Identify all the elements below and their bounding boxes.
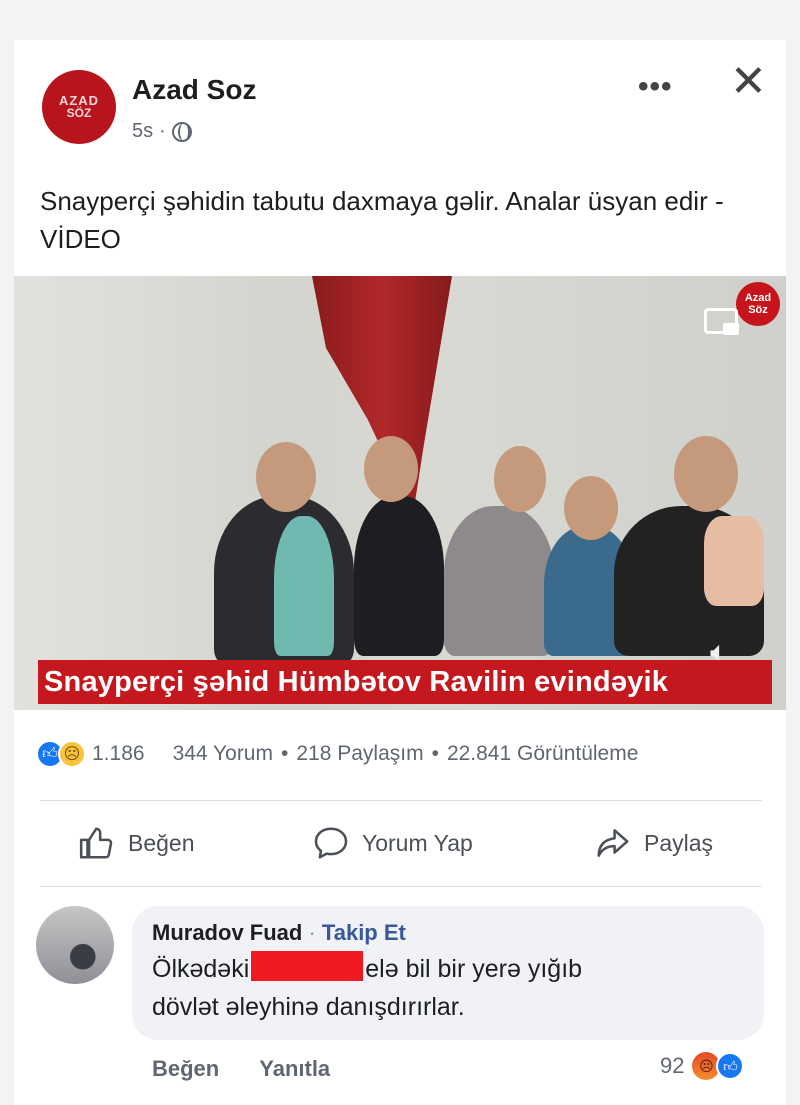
post-card: AZAD SÖZ Azad Soz 5s · ••• ✕ Snayperçi ş… — [14, 40, 786, 1105]
page-name[interactable]: Azad Soz — [132, 74, 256, 106]
views-count: 22.841 Görüntüleme — [446, 742, 639, 765]
globe-icon — [171, 121, 192, 142]
stats-dot: • — [280, 742, 289, 765]
post-actions: Beğen Yorum Yap Paylaş — [14, 824, 786, 870]
comment-text-end: dövlət əleyhinə danışdırırlar. — [152, 993, 465, 1021]
sad-reaction-icon[interactable]: ☹ — [58, 740, 86, 768]
post-text: Snayperçi şəhidin tabutu daxmaya gəlir. … — [40, 186, 724, 254]
comment-header: Muradov Fuad · Takip Et — [152, 920, 744, 946]
comment-actions: Beğen Yanıtla — [152, 1056, 330, 1082]
redaction-box — [251, 951, 364, 981]
commenter-avatar[interactable] — [36, 906, 114, 984]
video-caption: Snayperçi şəhid Hümbətov Ravilin evindəy… — [38, 660, 772, 704]
share-button[interactable]: Paylaş — [594, 824, 713, 862]
video-people — [204, 426, 764, 666]
more-options-icon[interactable]: ••• — [638, 70, 673, 104]
comment-reply-button[interactable]: Yanıtla — [259, 1056, 330, 1082]
post-time[interactable]: 5s — [132, 120, 153, 143]
comment-reaction-count: 92 — [660, 1053, 685, 1078]
close-icon[interactable]: ✕ — [730, 60, 767, 104]
video-brand-badge: Azad Söz — [736, 282, 780, 326]
follow-link[interactable]: Takip Et — [322, 920, 406, 945]
comments-count[interactable]: 344 Yorum — [173, 742, 273, 766]
meta-separator: · — [159, 120, 166, 142]
comment-text-mid: elə bil bir yerə yığıb — [365, 955, 583, 983]
comment-label: Yorum Yap — [362, 829, 473, 856]
thumbs-up-icon — [79, 827, 113, 859]
post-stats: 👍︎ ☹ 1.186 344 Yorum • 218 Paylaşım • 22… — [36, 740, 776, 768]
divider — [40, 886, 762, 887]
comment-bubble-icon — [314, 827, 348, 859]
comment-author[interactable]: Muradov Fuad — [152, 920, 302, 945]
logo-text-bottom: SÖZ — [66, 106, 92, 120]
reactions-count[interactable]: 1.186 — [92, 742, 145, 766]
divider — [40, 800, 762, 801]
shares-count[interactable]: 218 Paylaşım — [296, 742, 423, 766]
picture-in-picture-icon[interactable] — [704, 308, 739, 335]
like-button[interactable]: Beğen — [78, 824, 195, 862]
video-player[interactable]: Azad Söz 🔈︎ Snayperçi şəhid Hümbətov Ravi… — [14, 276, 786, 710]
comment-text-start: Ölkədəki — [152, 955, 250, 983]
comment-bubble: Muradov Fuad · Takip Et Ölkədəki elə bil … — [132, 906, 764, 1040]
follow-separator: · — [308, 920, 316, 945]
stats-dot: • — [431, 742, 439, 765]
page-avatar[interactable]: AZAD SÖZ — [42, 70, 116, 144]
comment-text: Ölkədəki elə bil bir yerə yığıb dövlət əl… — [152, 950, 744, 1026]
like-label: Beğen — [128, 829, 195, 856]
comment-reactions[interactable]: 92 ☹ 👍︎ — [660, 1052, 745, 1080]
like-reaction-icon: 👍︎ — [716, 1052, 745, 1080]
comment-like-button[interactable]: Beğen — [152, 1056, 219, 1082]
share-arrow-icon — [597, 829, 629, 857]
post-meta: 5s · — [132, 120, 192, 143]
comment-button[interactable]: Yorum Yap — [312, 824, 473, 862]
share-label: Paylaş — [644, 829, 714, 856]
